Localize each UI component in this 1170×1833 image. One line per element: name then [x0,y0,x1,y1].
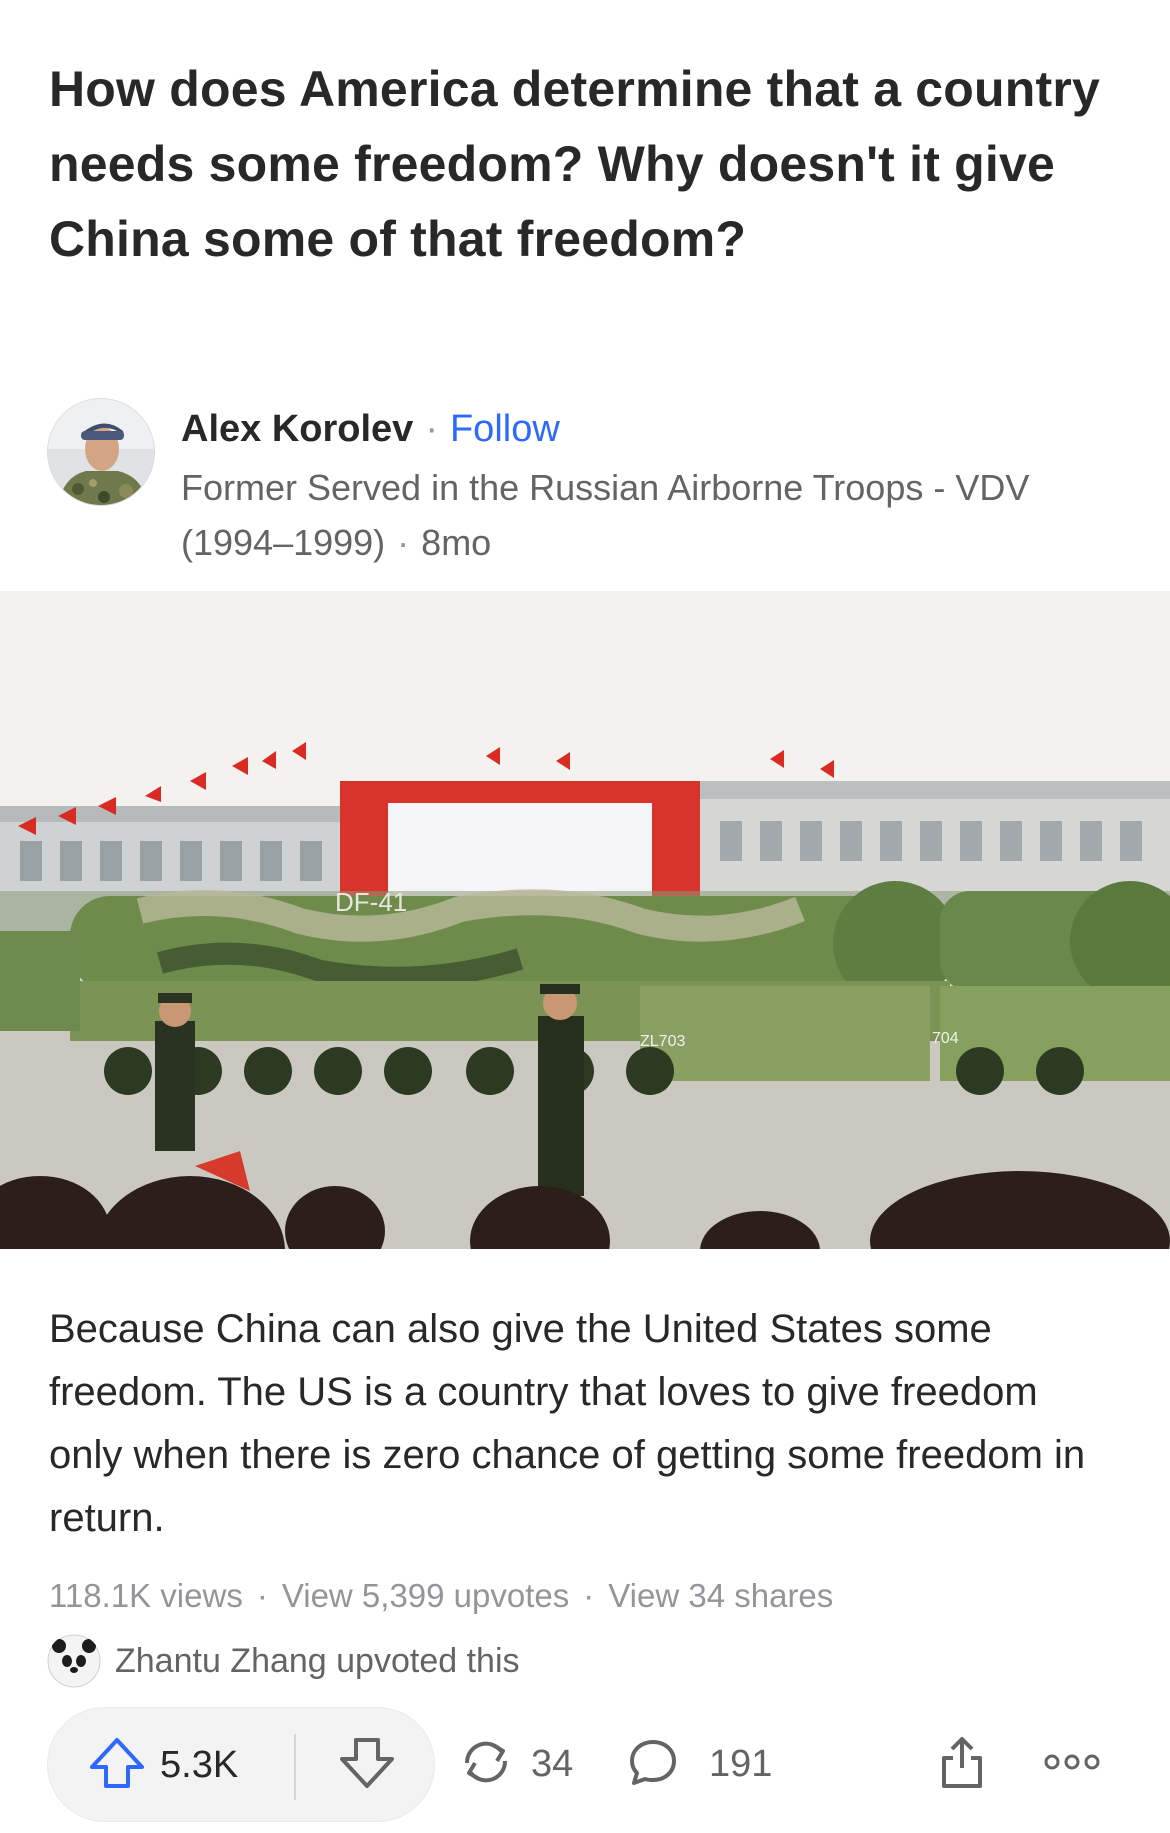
reshare-button[interactable]: 34 [457,1707,573,1822]
upvote-button[interactable]: 5.3K [88,1708,298,1823]
share-export-button[interactable] [932,1707,992,1822]
author-avatar[interactable] [47,398,155,506]
upvote-count: 5.3K [160,1744,239,1786]
upvoter-avatar[interactable] [47,1634,101,1688]
author-line: Alex Korolev · Follow [181,406,560,452]
separator-dot: · [425,408,438,450]
comment-bubble-icon [625,1734,681,1795]
reshare-icon [457,1733,515,1796]
vote-divider [294,1734,296,1800]
author-name[interactable]: Alex Korolev [181,408,413,450]
upvote-arrow-icon [88,1736,146,1795]
upvoted-by: Zhantu Zhang upvoted this [47,1634,520,1688]
author-credential: Former Served in the Russian Airborne Tr… [181,460,1081,570]
credential-text[interactable]: Former Served in the Russian Airborne Tr… [181,467,1029,563]
comment-count: 191 [709,1743,773,1785]
answer-image[interactable]: DF-41 ZL703 704 [0,591,1170,1249]
separator-dot: · [583,1577,595,1614]
views-count: 118.1K views [49,1577,243,1614]
answer-text: Because China can also give the United S… [49,1307,1086,1540]
share-export-icon [937,1734,987,1795]
comment-button[interactable]: 191 [625,1707,772,1822]
follow-button[interactable]: Follow [450,408,560,450]
more-dots-icon [1042,1752,1102,1777]
vehicle-label-704: 704 [932,1030,959,1047]
vote-pill: 5.3K [47,1707,435,1822]
view-shares-link[interactable]: View 34 shares [608,1577,833,1614]
action-bar: 5.3K 34 191 [47,1707,1127,1822]
view-upvotes-link[interactable]: View 5,399 upvotes [282,1577,569,1614]
answer-stats: 118.1K views · View 5,399 upvotes · View 34 … [49,1574,833,1618]
post-time[interactable]: 8mo [421,522,491,563]
downvote-button[interactable] [328,1708,406,1823]
reshare-count: 34 [531,1743,574,1785]
question-title[interactable]: How does America determine that a countr… [49,52,1109,277]
separator-dot: · [397,522,410,563]
downvote-arrow-icon [338,1736,396,1795]
more-options-button[interactable] [1032,1707,1112,1822]
vehicle-label-df41: DF-41 [335,887,407,917]
separator-dot: · [256,1577,268,1614]
author-header: Alex Korolev · Follow Former Served in the… [47,398,1127,568]
vehicle-label-zl703: ZL703 [640,1033,685,1050]
upvoted-by-text[interactable]: Zhantu Zhang upvoted this [115,1642,520,1681]
